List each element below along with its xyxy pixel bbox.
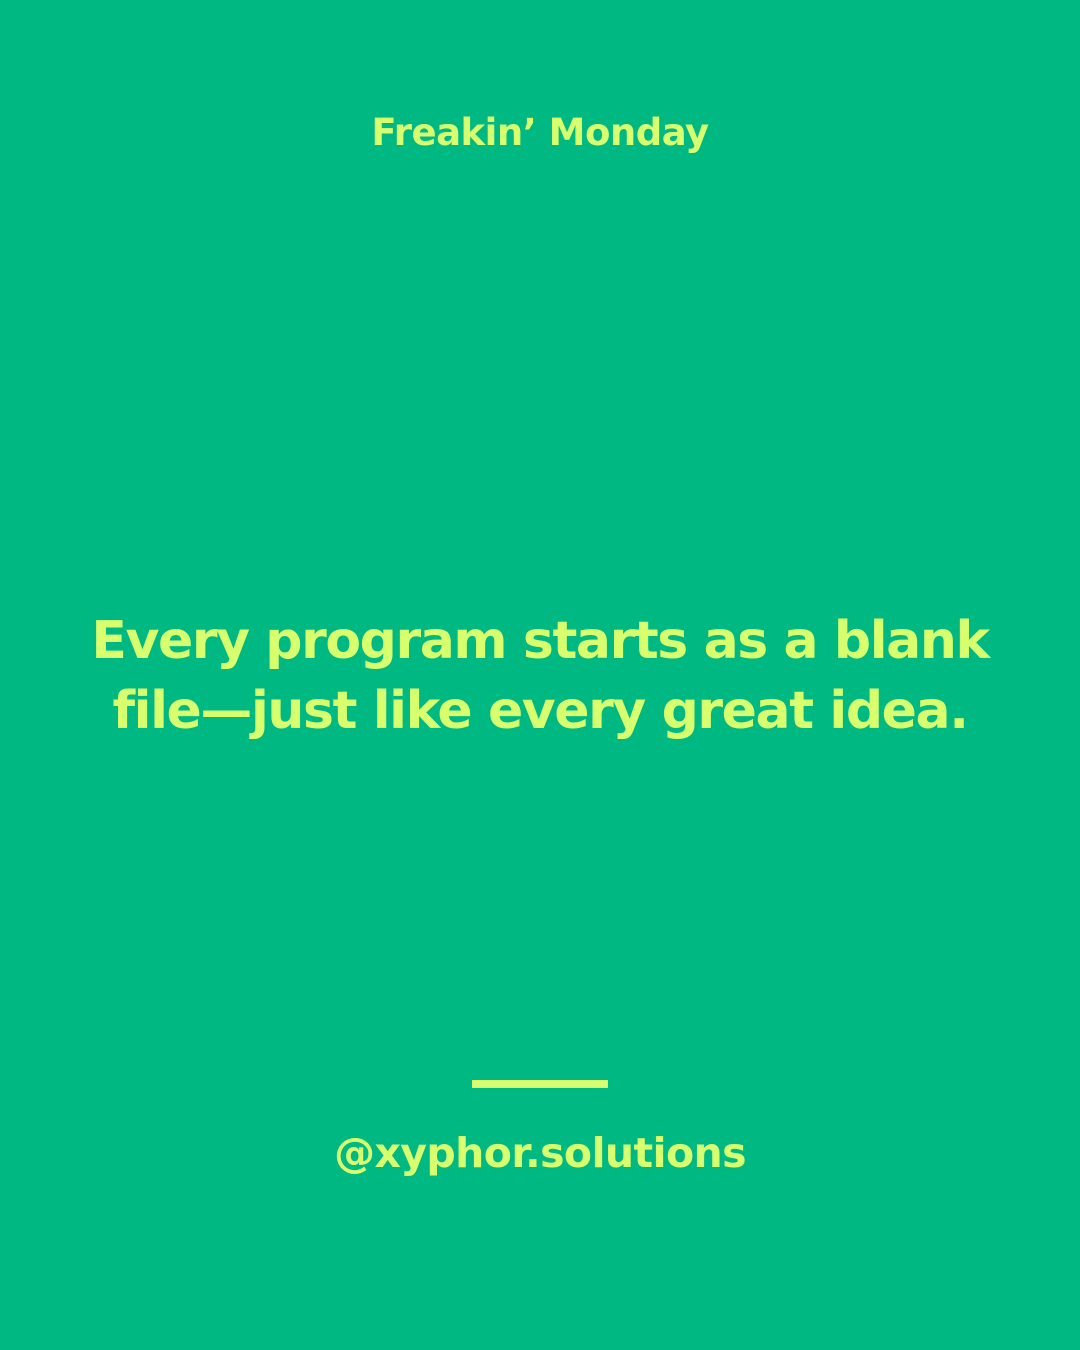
quote-line-2: file—just like every great idea. xyxy=(112,681,969,741)
divider-line xyxy=(472,1080,608,1088)
quote-line-1: Every program starts as a blank xyxy=(91,611,990,671)
social-handle: @xyphor.solutions xyxy=(334,1129,746,1177)
post-canvas: Freakin’ Monday Every program starts as … xyxy=(0,0,1080,1350)
series-title: Freakin’ Monday xyxy=(371,111,709,154)
quote-text: Every program starts as a blank file—jus… xyxy=(60,606,1020,746)
